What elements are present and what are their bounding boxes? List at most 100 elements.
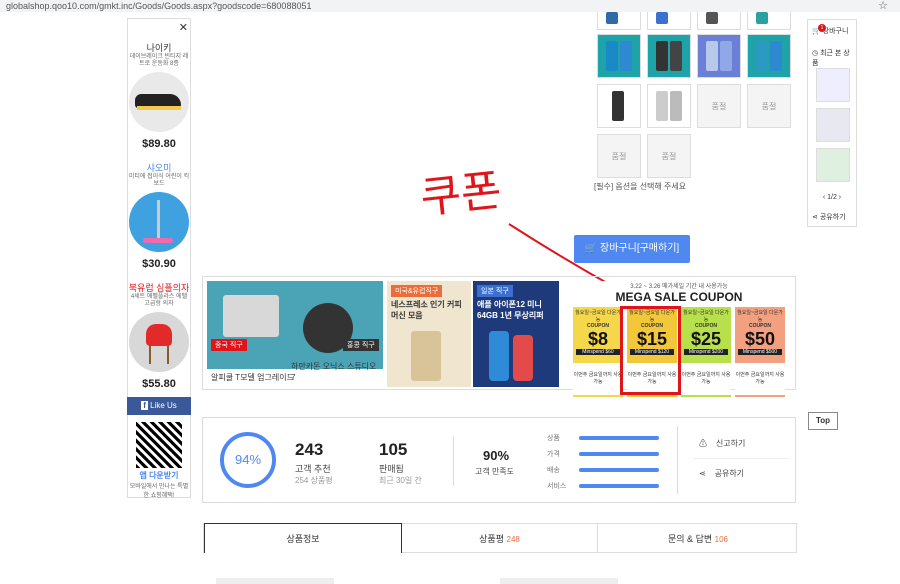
rating-bar: [579, 452, 659, 456]
review-stats-panel: 94% 243 고객 추천 254 상품평 105 판매됨 최근 30일 간 9…: [202, 417, 796, 503]
option-thumb[interactable]: [747, 34, 791, 78]
option-thumb[interactable]: [647, 12, 691, 30]
warning-icon: ⚠: [699, 439, 707, 448]
option-thumb[interactable]: [697, 34, 741, 78]
review-count[interactable]: 254 상품평: [295, 475, 333, 486]
banner-title: 애플 아이폰12 미니 64GB 1년 무상리퍼: [477, 300, 544, 320]
tab-reviews[interactable]: 상품평 248: [402, 523, 598, 553]
coupon-card[interactable]: 월요일~금요일 다운가능 COUPON $25 Minspend $200 이번주 금…: [681, 307, 731, 397]
detail-tabs: 상품정보 상품평 248 문의 & 답변 106: [203, 523, 798, 553]
coupon-footer: 이번주 금요일까지 사용가능: [681, 363, 731, 395]
coupon-min: Minspend $500: [738, 349, 782, 355]
recent-item-thumb[interactable]: [816, 148, 850, 182]
coupon-annotation: 쿠폰: [418, 164, 504, 225]
scooter-image: [129, 192, 189, 252]
sneaker-image: [129, 72, 189, 132]
tab-qna[interactable]: 문의 & 답변 106: [598, 523, 798, 553]
recommend-label: 고객 추천: [295, 464, 331, 474]
option-thumb[interactable]: [647, 84, 691, 128]
cart-icon: 🛒: [584, 243, 598, 254]
recommend-count: 243: [295, 440, 324, 459]
banner-tile[interactable]: 중국 직구 홍콩 직구 알피쿨 T모델 업그레이드 하만카돈 오닉스 스튜디오 …: [207, 281, 383, 387]
share-link[interactable]: ⋖ 공유하기: [812, 212, 846, 222]
app-download[interactable]: 앱 다운받기 모바일에서 만나는 특별한 쇼핑혜택!: [127, 470, 191, 499]
coupon-amount: $8: [587, 329, 609, 349]
option-hint: [필수] 옵션을 선택해 주세요: [594, 182, 687, 191]
share-icon: ⋖: [699, 469, 706, 478]
address-bar[interactable]: globalshop.qoo10.com/gmkt.inc/Goods/Good…: [0, 0, 900, 12]
rating-bar: [579, 484, 659, 488]
ad-brand: 나이키: [146, 43, 172, 53]
sold-out-thumb: 품절: [647, 134, 691, 178]
tab-count: 106: [714, 535, 728, 544]
close-icon[interactable]: ✕: [179, 21, 188, 34]
ad-price: $89.80: [142, 138, 176, 150]
coupon-header: 월요일~금요일 다운가능: [683, 310, 729, 323]
recent-item-thumb[interactable]: [816, 108, 850, 142]
coupon-footer: 이번주 금요일까지 사용가능: [573, 363, 623, 395]
recent-link[interactable]: ◷ 최근 본 상품: [812, 48, 856, 68]
banner-tile[interactable]: 미국&유럽직구 네스프레소 인기 커피머신 모음: [387, 281, 471, 387]
banner-tile[interactable]: 일본 직구 애플 아이폰12 미니 64GB 1년 무상리퍼: [473, 281, 559, 387]
tab-label: 문의 & 답변: [668, 534, 713, 544]
coupon-card[interactable]: 월요일~금요일 다운가능 COUPON $50 Minspend $500 이번주 금…: [735, 307, 785, 397]
ad-product[interactable]: 나이키 데이브레이크 빈티지 레트로 운동화 8종 $89.80: [128, 41, 190, 150]
ad-brand: 샤오미: [146, 163, 172, 173]
ad-price: $30.90: [142, 258, 176, 270]
tab-label: 상품평: [479, 534, 504, 544]
recent-item-thumb[interactable]: [816, 68, 850, 102]
ad-product[interactable]: 샤오미 미티에 접이식 어린이 킥보드 $30.90: [128, 161, 190, 270]
tab-product-info[interactable]: 상품정보: [204, 523, 402, 553]
bookmark-star-icon[interactable]: ☆: [878, 0, 888, 12]
sold-count: 105: [379, 440, 408, 459]
right-quick-menu: 🛒 장바구니 1 ◷ 최근 본 상품 ‹ 1/2 › ⋖ 공유하기: [807, 19, 857, 227]
recommend-rate-circle: 94%: [220, 432, 276, 488]
ad-desc: 미티에 접이식 어린이 킥보드: [128, 174, 190, 187]
bar-label: 가격: [547, 451, 560, 458]
page-indicator: 1/2: [827, 194, 837, 201]
sold-out-thumb: 품절: [697, 84, 741, 128]
chair-image: [129, 312, 189, 372]
report-label: 신고하기: [715, 439, 746, 448]
option-thumb[interactable]: [697, 12, 741, 30]
banner-tag: 미국&유럽직구: [391, 285, 443, 297]
add-to-cart-button[interactable]: 🛒 장바구니[구매하기]: [574, 235, 690, 263]
share-label: 공유하기: [714, 469, 745, 478]
sold-out-thumb: 품절: [597, 134, 641, 178]
banner-title: 알피쿨 T모델 업그레이드: [211, 373, 294, 382]
share-link-label: 공유하기: [819, 214, 846, 221]
rating-bar: [579, 436, 659, 440]
report-button[interactable]: ⚠ 신고하기: [699, 438, 745, 449]
facebook-like-button[interactable]: f Like Us: [127, 397, 191, 415]
sold-out-thumb: 품절: [747, 84, 791, 128]
sold-period: 최근 30일 간: [379, 476, 422, 485]
rating-bar: [579, 468, 659, 472]
tab-label: 상품정보: [286, 534, 320, 544]
top-button[interactable]: Top: [808, 412, 838, 430]
coupon-card[interactable]: 월요일~금요일 다운가능 COUPON $8 Minspend $60 이번주 금요일…: [573, 307, 623, 397]
recent-pagination[interactable]: ‹ 1/2 ›: [808, 194, 856, 201]
cart-button-label: 장바구니[구매하기]: [600, 243, 680, 254]
bar-label: 배송: [547, 467, 560, 474]
coupon-header: 월요일~금요일 다운가능: [737, 310, 783, 323]
cart-link-label: 장바구니: [822, 28, 849, 35]
share-button[interactable]: ⋖ 공유하기: [699, 468, 744, 479]
option-thumb[interactable]: [747, 12, 791, 30]
coupon-header: 월요일~금요일 다운가능: [575, 310, 621, 323]
banner-tag: 홍콩 직구: [343, 339, 379, 351]
promo-banner: 중국 직구 홍콩 직구 알피쿨 T모델 업그레이드 하만카돈 오닉스 스튜디오 …: [202, 276, 796, 397]
banner-tag: 일본 직구: [477, 285, 513, 297]
option-thumb[interactable]: [647, 34, 691, 78]
content-placeholder: [500, 578, 618, 584]
ad-desc: 데이브레이크 빈티지 레트로 운동화 8종: [129, 54, 189, 67]
option-thumb[interactable]: [597, 34, 641, 78]
bar-label: 서비스: [547, 483, 567, 490]
coupon-min: Minspend $60: [576, 349, 620, 355]
ad-desc: 4세트 에펠플라스 에펠 고급형 의자: [130, 294, 188, 307]
coupon-footer: 이번주 금요일까지 사용가능: [735, 363, 785, 395]
ad-product[interactable]: 북유럽 심플의자 4세트 에펠플라스 에펠 고급형 의자 $55.80: [128, 281, 190, 390]
option-thumb[interactable]: [597, 12, 641, 30]
coupon-amount: $25: [690, 329, 722, 349]
option-thumb[interactable]: [597, 84, 641, 128]
banner-title: 하만카돈 오닉스 스튜디오 7: [291, 362, 377, 382]
